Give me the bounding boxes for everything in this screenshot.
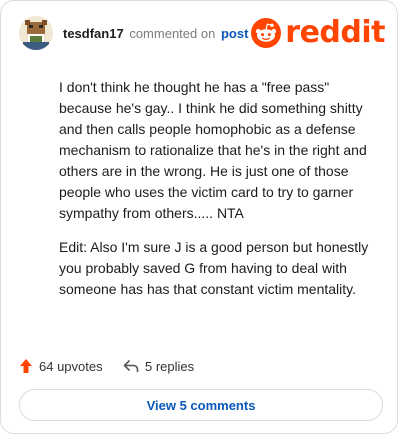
username-link[interactable]: tesdfan17 — [63, 26, 124, 41]
comment-paragraph: I don't think he thought he has a "free … — [59, 79, 367, 221]
comment-meta: tesdfan17 commented on post — [63, 26, 248, 41]
upvote-count: 64 upvotes — [39, 358, 103, 374]
post-link[interactable]: post — [221, 26, 248, 41]
view-comments-button[interactable]: View 5 comments — [19, 389, 383, 421]
comment-header: tesdfan17 commented on post reddit — [19, 16, 385, 50]
comment-body: I don't think he thought he has a "free … — [59, 77, 379, 313]
upvote-button[interactable]: 64 upvotes — [19, 356, 103, 376]
reply-count: 5 replies — [145, 358, 195, 374]
reddit-logo[interactable]: reddit — [251, 16, 385, 50]
comment-paragraph: Edit: Also I'm sure J is a good person b… — [59, 239, 369, 297]
commented-on-text: commented on — [129, 26, 216, 41]
reddit-wordmark: reddit — [285, 15, 385, 50]
user-avatar[interactable] — [19, 16, 53, 50]
reddit-snoo-icon — [251, 18, 282, 48]
comment-actions: 64 upvotes 5 replies — [19, 356, 379, 376]
replies-button[interactable]: 5 replies — [123, 356, 194, 376]
comment-card: tesdfan17 commented on post reddit I don… — [0, 0, 398, 434]
reply-arrow-icon — [123, 360, 139, 373]
upvote-arrow-icon — [20, 359, 32, 373]
